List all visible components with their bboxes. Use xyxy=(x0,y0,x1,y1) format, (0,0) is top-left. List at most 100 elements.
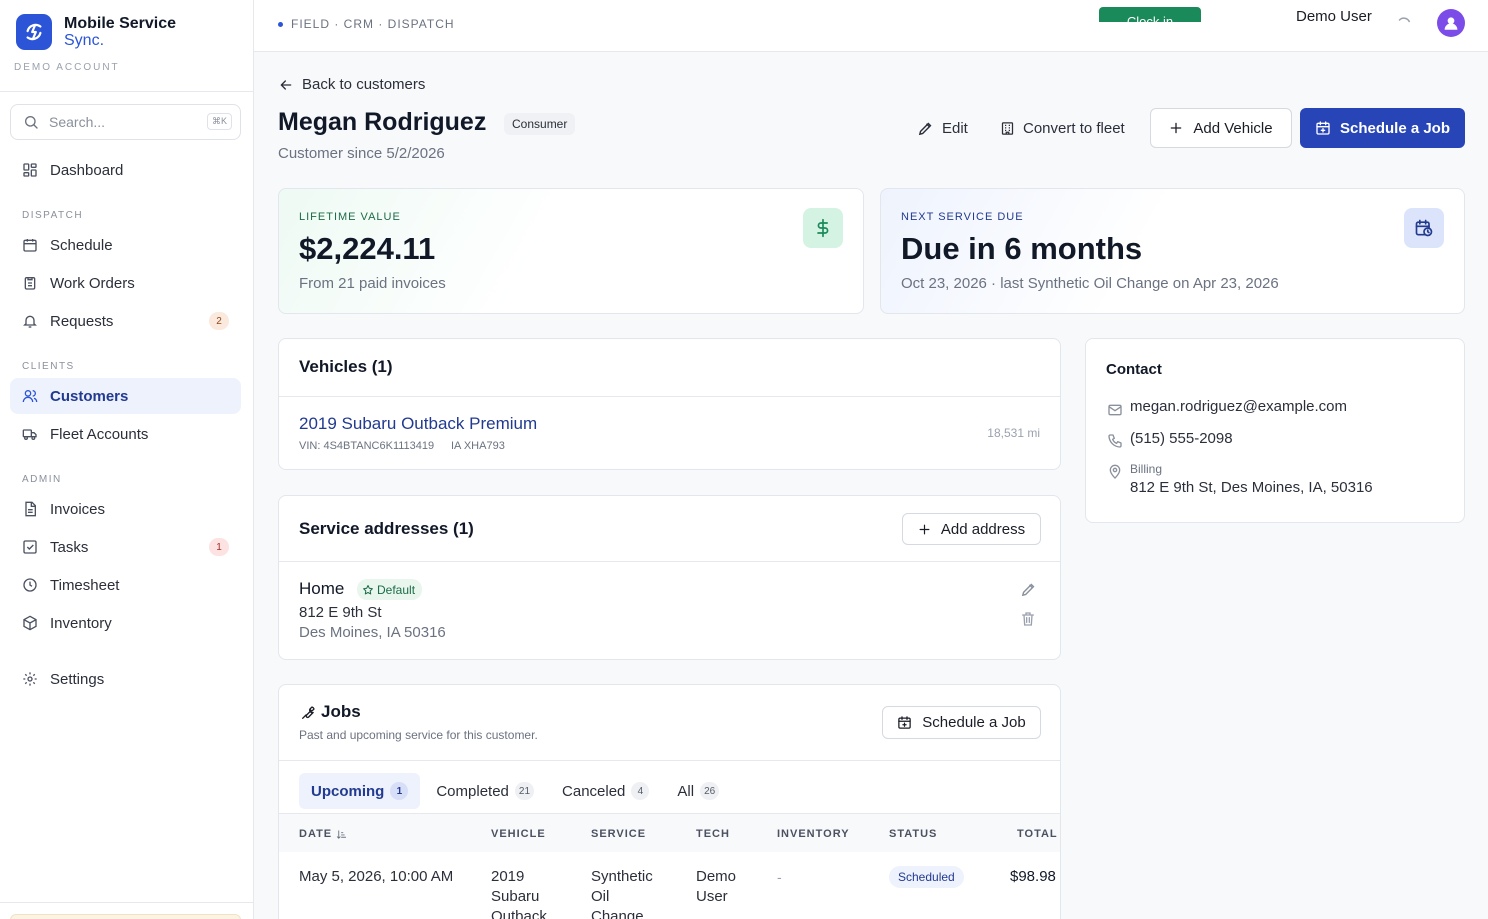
vehicle-vin: VIN: 4S4BTANC6K1113419 xyxy=(299,440,435,452)
avatar[interactable] xyxy=(1437,9,1465,37)
address-line2: Des Moines, IA 50316 xyxy=(299,624,446,641)
user-icon xyxy=(1444,17,1458,30)
service-addresses-card: Service addresses (1) Add address Home D… xyxy=(278,495,1061,660)
column-header-total: TOTAL xyxy=(1017,828,1058,840)
sidebar-item-requests[interactable]: Requests 2 xyxy=(10,303,241,339)
search-box[interactable]: ⌘K xyxy=(10,104,241,140)
sidebar-item-invoices[interactable]: Invoices xyxy=(10,491,241,527)
pencil-icon[interactable] xyxy=(1020,581,1037,598)
trash-icon[interactable] xyxy=(1020,611,1036,627)
edit-button[interactable]: Edit xyxy=(917,108,968,148)
add-address-label: Add address xyxy=(940,520,1026,538)
tab-label: All xyxy=(677,782,695,800)
clipboard-icon xyxy=(24,277,36,290)
tab-count: 21 xyxy=(514,782,535,800)
convert-to-fleet-button[interactable]: Convert to fleet xyxy=(1000,108,1125,148)
edit-label: Edit xyxy=(942,119,968,137)
job-inventory: - xyxy=(777,869,782,885)
section-dispatch: DISPATCH xyxy=(22,210,84,221)
sidebar-item-customers[interactable]: Customers xyxy=(10,378,241,414)
back-to-customers-link[interactable]: Back to customers xyxy=(278,76,425,93)
brand-logo-icon xyxy=(16,14,52,50)
jobs-schedule-label: Schedule a Job xyxy=(922,714,1026,731)
sidebar-item-label: Settings xyxy=(50,670,105,688)
tab-label: Upcoming xyxy=(311,782,385,800)
tab-label: Completed xyxy=(436,782,509,800)
add-vehicle-button[interactable]: Add Vehicle xyxy=(1150,108,1292,148)
job-vehicle: 2019 Subaru Outback xyxy=(491,868,547,919)
contact-email[interactable]: megan.rodriguez@example.com xyxy=(1130,398,1347,415)
tab-canceled[interactable]: Canceled 4 xyxy=(550,773,661,809)
sidebar-item-label: Tasks xyxy=(50,538,89,556)
sidebar-item-timesheet[interactable]: Timesheet xyxy=(10,567,241,603)
breadcrumb: FIELD · CRM · DISPATCH xyxy=(278,17,455,31)
users-icon xyxy=(22,390,38,403)
tab-count: 1 xyxy=(390,782,409,800)
search-shortcut: ⌘K xyxy=(206,113,232,130)
add-vehicle-label: Add Vehicle xyxy=(1193,119,1273,137)
calendar-clock-icon xyxy=(1404,208,1444,248)
sidebar-item-label: Dashboard xyxy=(50,161,124,179)
tab-completed[interactable]: Completed 21 xyxy=(424,773,546,809)
job-date-link[interactable]: May 5, 2026, 10:00 AM xyxy=(299,867,469,887)
sidebar-item-label: Invoices xyxy=(50,500,106,518)
job-service: Synthetic Oil Change xyxy=(591,868,653,919)
dollar-icon xyxy=(803,208,843,248)
customer-type-badge: Consumer xyxy=(504,113,576,135)
star-icon xyxy=(363,584,373,594)
convert-label: Convert to fleet xyxy=(1023,119,1125,137)
sidebar-item-tasks[interactable]: Tasks 1 xyxy=(10,529,241,565)
section-admin: ADMIN xyxy=(22,474,62,485)
sidebar-item-fleet-accounts[interactable]: Fleet Accounts xyxy=(10,416,241,452)
jobs-card: Jobs Past and upcoming service for this … xyxy=(278,684,1061,919)
sidebar-item-work-orders[interactable]: Work Orders xyxy=(10,265,241,301)
default-badge-label: Default xyxy=(377,582,416,597)
column-header-inventory: INVENTORY xyxy=(777,828,850,840)
vehicles-card: Vehicles (1) 2019 Subaru Outback Premium… xyxy=(278,338,1061,470)
column-header-label: DATE xyxy=(299,828,333,840)
tab-count: 26 xyxy=(700,782,720,800)
schedule-job-button[interactable]: Schedule a Job xyxy=(1300,108,1465,148)
column-header-status: STATUS xyxy=(889,828,938,840)
table-header-row xyxy=(279,814,1060,852)
column-header-tech: TECH xyxy=(696,828,730,840)
vehicle-plate: IA XHA793 xyxy=(451,440,505,452)
sidebar-item-label: Requests xyxy=(50,312,114,330)
sort-icon xyxy=(337,829,347,839)
add-address-button[interactable]: Add address xyxy=(902,513,1041,545)
brand[interactable]: Mobile Service Sync. xyxy=(16,14,176,50)
divider xyxy=(279,760,1060,761)
contact-title: Contact xyxy=(1106,361,1162,378)
sidebar-item-schedule[interactable]: Schedule xyxy=(10,227,241,263)
calendar-plus-icon xyxy=(898,716,912,729)
contact-phone[interactable]: (515) 555-2098 xyxy=(1130,430,1233,447)
file-icon xyxy=(25,501,36,517)
breadcrumb-text: FIELD · CRM · DISPATCH xyxy=(291,17,455,31)
column-header-vehicle: VEHICLE xyxy=(491,828,546,840)
tab-all[interactable]: All 26 xyxy=(665,773,731,809)
schedule-job-label: Schedule a Job xyxy=(1339,119,1451,137)
sidebar-item-label: Schedule xyxy=(50,236,113,254)
sidebar-item-label: Work Orders xyxy=(50,274,135,292)
clock-in-button[interactable]: Clock in xyxy=(1099,7,1201,22)
brand-title: Mobile Service xyxy=(64,15,177,32)
page-title: Megan Rodriguez xyxy=(278,108,487,136)
topbar: FIELD · CRM · DISPATCH Clock in Demo Use… xyxy=(254,0,1488,52)
wrench-icon xyxy=(302,706,315,719)
building-icon xyxy=(1001,121,1014,135)
sidebar-item-settings[interactable]: Settings xyxy=(10,661,241,697)
account-label: DEMO ACCOUNT xyxy=(14,62,120,73)
requests-count-badge: 2 xyxy=(209,312,229,330)
sidebar-item-inventory[interactable]: Inventory xyxy=(10,605,241,641)
column-header-service: SERVICE xyxy=(591,828,647,840)
search-input[interactable] xyxy=(49,114,189,130)
job-tech: Demo User xyxy=(696,868,737,905)
sidebar-item-dashboard[interactable]: Dashboard xyxy=(10,152,241,188)
section-clients: CLIENTS xyxy=(22,361,75,372)
tab-upcoming[interactable]: Upcoming 1 xyxy=(299,773,421,809)
vehicle-name-link[interactable]: 2019 Subaru Outback Premium xyxy=(299,414,537,434)
jobs-schedule-button[interactable]: Schedule a Job xyxy=(882,706,1041,739)
column-header-date[interactable]: DATE xyxy=(299,828,347,840)
default-badge: Default xyxy=(357,579,423,600)
address-label: Home xyxy=(299,579,345,598)
